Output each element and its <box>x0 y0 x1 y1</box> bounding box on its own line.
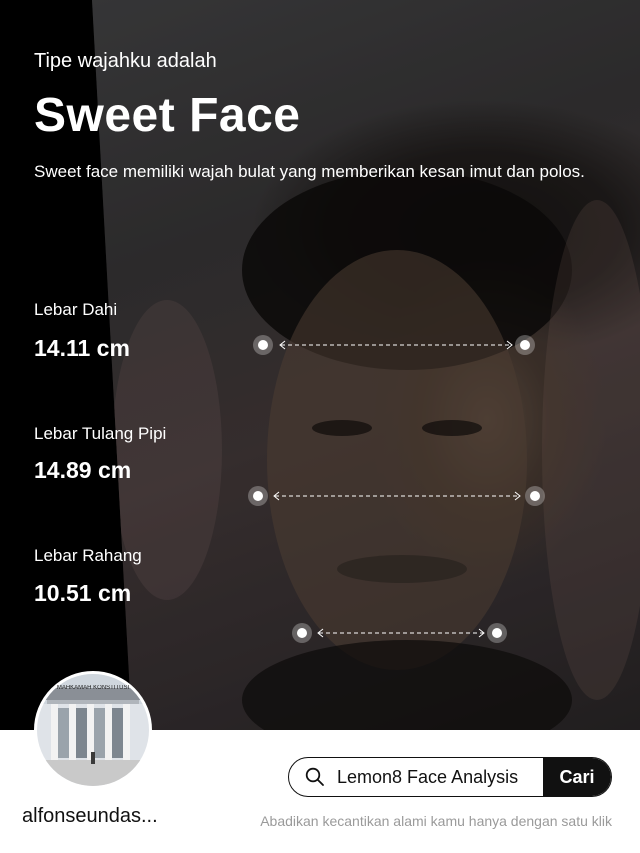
cheekbone-arrow <box>273 491 521 501</box>
search-button[interactable]: Cari <box>543 758 611 796</box>
jaw-arrow <box>317 628 485 638</box>
measurement-label-jaw: Lebar Rahang <box>34 546 142 565</box>
measurement-label-forehead: Lebar Dahi <box>34 300 118 319</box>
measurement-value-forehead: 14.11 cm <box>34 335 130 361</box>
measurement-value-cheekbone: 14.89 cm <box>34 457 132 483</box>
jaw-left-marker <box>292 623 312 643</box>
result-subtitle: Tipe wajahku adalah <box>34 50 217 72</box>
username[interactable]: alfonseundas... <box>22 805 158 828</box>
avatar-sign-text: MAHKAMAH KONSTITUSI <box>56 685 130 691</box>
footer-tagline: Abadikan kecantikan alami kamu hanya den… <box>260 813 612 829</box>
search-icon <box>305 767 325 792</box>
measurement-value-jaw: 10.51 cm <box>34 580 132 606</box>
search-query[interactable]: Lemon8 Face Analysis <box>337 767 518 788</box>
search-box[interactable]: Lemon8 Face Analysis Cari <box>288 757 612 797</box>
face-type-title: Sweet Face <box>34 89 301 142</box>
jaw-right-marker <box>487 623 507 643</box>
forehead-right-marker <box>515 335 535 355</box>
cheekbone-right-marker <box>525 486 545 506</box>
measurement-label-cheekbone: Lebar Tulang Pipi <box>34 424 167 443</box>
forehead-left-marker <box>253 335 273 355</box>
face-type-description: Sweet face memiliki wajah bulat yang mem… <box>34 162 585 181</box>
forehead-arrow <box>279 340 513 350</box>
cheekbone-left-marker <box>248 486 268 506</box>
